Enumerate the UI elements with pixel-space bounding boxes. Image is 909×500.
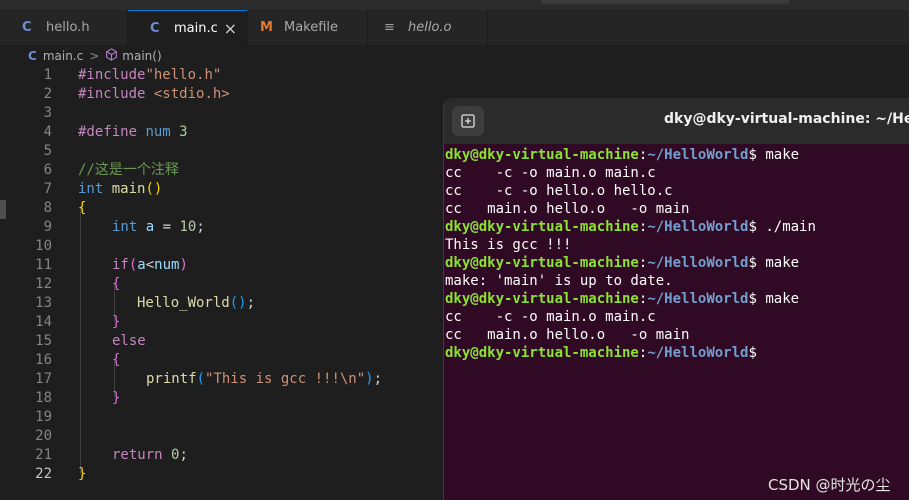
prompt-symbol: $ [748, 255, 757, 271]
prompt-path: ~/HelloWorld [647, 255, 749, 271]
tab-label: hello.h [46, 20, 90, 35]
terminal-title: dky@dky-virtual-machine: ~/HelloWorld [664, 111, 909, 127]
binary-file-icon: ≡ [384, 20, 395, 35]
breadcrumb: C main.c > main() [0, 46, 909, 66]
prompt-symbol: $ [748, 219, 757, 235]
tab-makefile[interactable]: M Makefile [248, 10, 368, 45]
prompt-user: dky@dky-virtual-machine [445, 255, 639, 271]
prompt-symbol: $ [748, 291, 757, 307]
breadcrumb-symbol[interactable]: main() [122, 49, 161, 63]
function-cube-icon [105, 48, 118, 64]
code-line: 1 #include"hello.h" [43, 67, 222, 83]
tab-label: hello.o [408, 20, 452, 35]
prompt-user: dky@dky-virtual-machine [445, 219, 639, 235]
c-file-icon: C [150, 20, 160, 36]
command-text: make [756, 255, 800, 271]
prompt-user: dky@dky-virtual-machine [445, 147, 639, 163]
terminal-prompt-line: dky@dky-virtual-machine:~/HelloWorld$ ma… [445, 146, 799, 164]
command-text: make [756, 291, 800, 307]
terminal-header: dky@dky-virtual-machine: ~/HelloWorld [444, 98, 909, 144]
new-tab-button[interactable] [452, 106, 484, 136]
terminal-prompt-line: dky@dky-virtual-machine:~/HelloWorld$ [445, 344, 757, 362]
breadcrumb-file[interactable]: main.c [43, 49, 83, 63]
command-center[interactable] [540, 0, 790, 4]
terminal-output-line: make: 'main' is up to date. [445, 273, 673, 289]
close-icon[interactable]: × [224, 19, 237, 38]
prompt-symbol: $ [748, 147, 757, 163]
terminal-output-line: cc main.o hello.o -o main [445, 327, 690, 343]
prompt-path: ~/HelloWorld [647, 147, 749, 163]
c-file-icon: C [22, 20, 32, 35]
terminal-output-line: cc -c -o main.o main.c [445, 309, 656, 325]
c-file-icon: C [28, 49, 37, 63]
prompt-user: dky@dky-virtual-machine [445, 345, 639, 361]
chevron-right-icon: > [89, 49, 100, 63]
tab-main-c[interactable]: C main.c × [128, 10, 248, 45]
makefile-icon: M [260, 20, 273, 35]
terminal-output-line: cc -c -o hello.o hello.c [445, 183, 673, 199]
terminal-output-line: This is gcc !!! [445, 237, 572, 253]
prompt-path: ~/HelloWorld [647, 345, 749, 361]
tab-hello-h[interactable]: C hello.h [0, 10, 128, 45]
terminal-output-line: cc -c -o main.o main.c [445, 165, 656, 181]
terminal-prompt-line: dky@dky-virtual-machine:~/HelloWorld$ ma… [445, 254, 799, 272]
command-text: make [756, 147, 800, 163]
terminal-output-line: cc main.o hello.o -o main [445, 201, 690, 217]
terminal-prompt-line: dky@dky-virtual-machine:~/HelloWorld$ ./… [445, 218, 816, 236]
prompt-path: ~/HelloWorld [647, 219, 749, 235]
editor-tab-bar: C hello.h C main.c × M Makefile ≡ hello.… [0, 10, 909, 46]
command-text: ./main [756, 219, 816, 235]
tab-hello-o[interactable]: ≡ hello.o [368, 10, 488, 45]
tab-label: main.c [174, 20, 218, 36]
prompt-symbol: $ [748, 345, 757, 361]
terminal-prompt-line: dky@dky-virtual-machine:~/HelloWorld$ ma… [445, 290, 799, 308]
new-tab-icon [461, 114, 475, 128]
watermark: CSDN @时光の尘 [768, 476, 891, 494]
tab-label: Makefile [284, 20, 339, 35]
prompt-user: dky@dky-virtual-machine [445, 291, 639, 307]
terminal-window[interactable]: dky@dky-virtual-machine: ~/HelloWorld dk… [443, 98, 909, 500]
prompt-path: ~/HelloWorld [647, 291, 749, 307]
